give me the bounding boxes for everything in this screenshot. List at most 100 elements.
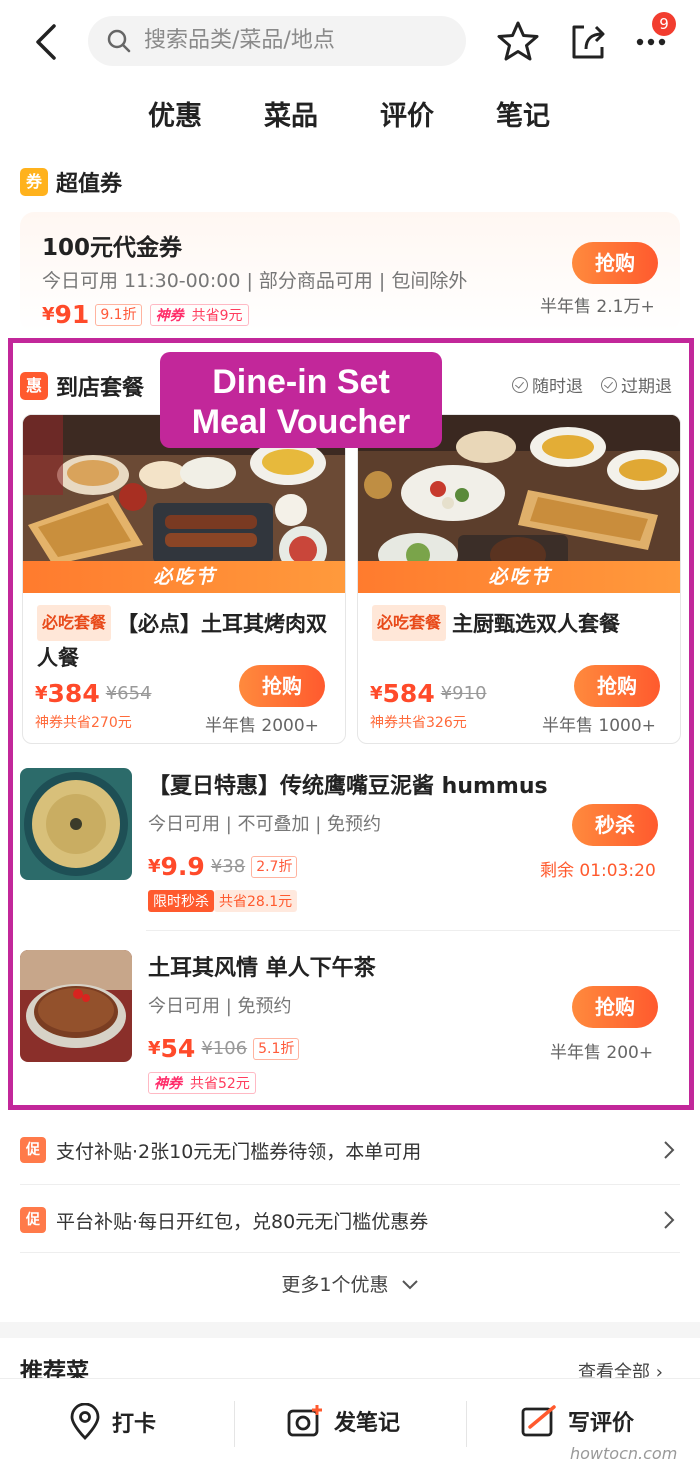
must-eat-festival-band: 必吃节 [358,561,680,593]
deal-item-price-row: ¥ 54 ¥106 5.1折 [148,1034,307,1063]
deal-sold-count: 半年售 200+ [550,1043,654,1063]
currency-symbol: ¥ [42,304,55,325]
shen-label: 神券 [155,307,184,324]
notification-badge: 9 [652,12,676,36]
tab-dishes[interactable]: 菜品 [264,92,318,142]
search-input[interactable]: 搜索品类/菜品/地点 [88,16,466,66]
divider [146,930,680,931]
currency-symbol: ¥ [148,856,161,877]
must-eat-set-tag: 必吃套餐 [372,605,447,641]
annotation-label: Dine-in Set Meal Voucher [160,352,442,448]
set-buy-button[interactable]: 抢购 [239,665,325,707]
divider [20,1252,680,1253]
top-bar: 搜索品类/菜品/地点 9 [0,0,700,82]
checkin-button[interactable]: 打卡 [68,1403,156,1441]
set-section-title: 到店套餐 [56,376,145,401]
set-sold-count: 半年售 1000+ [542,716,656,736]
deal-item[interactable]: 【夏日特惠】传统鹰嘴豆泥酱 hummus 今日可用 | 不可叠加 | 免预约 ¥… [20,768,680,918]
set-price-row: ¥ 384 ¥654 [35,679,158,708]
discount-badge: 9.1折 [95,303,142,326]
check-circle-icon [512,376,528,393]
promo-payment-subsidy[interactable]: 促 支付补贴·2张10元无门槛券待领，本单可用 [20,1128,680,1172]
guarantee-refund-expired: 过期退 [601,372,672,397]
deal-item[interactable]: 土耳其风情 单人下午茶 今日可用 | 免预约 ¥ 54 ¥106 5.1折 神券… [20,950,680,1096]
deal-item-subtitle: 今日可用 | 免预约 [148,996,292,1017]
tab-offers[interactable]: 优惠 [146,92,204,142]
promo-icon: 促 [20,1137,46,1163]
chevron-right-icon [664,1211,675,1229]
more-offers-label: 更多1个优惠 [281,1274,389,1296]
deal-item-price-row: ¥ 9.9 ¥38 2.7折 [148,852,305,881]
shen-coupon-row: 神券 共省52元 [148,1072,256,1094]
coupon-icon: 券 [20,168,48,196]
currency-symbol: ¥ [370,683,383,704]
search-placeholder: 搜索品类/菜品/地点 [144,28,335,53]
promo-text: 平台补贴·每日开红包，兑80元无门槛优惠券 [56,1210,429,1233]
flash-sale-tag: 限时秒杀 [148,890,214,912]
set-price: 584 [382,679,435,708]
original-price: ¥654 [105,683,152,704]
coupon-section-title: 超值券 [56,172,123,197]
share-icon[interactable] [566,19,610,63]
saving-text: 共省9元 [191,307,243,324]
guarantee-refund-anytime: 随时退 [512,372,583,397]
post-note-button[interactable]: 发笔记 [286,1403,400,1439]
tab-notes[interactable]: 笔记 [496,92,550,142]
more-offers-toggle[interactable]: 更多1个优惠 [0,1270,700,1297]
voucher-price: 91 [54,300,90,329]
deal-buy-button[interactable]: 抢购 [572,986,658,1028]
set-buy-button[interactable]: 抢购 [574,665,660,707]
original-price: ¥106 [201,1038,248,1059]
set-meal-card[interactable]: 必吃节 必吃套餐 主厨甄选双人套餐 ¥ 584 ¥910 神券共省326元 抢购 … [357,414,681,744]
separator [466,1401,467,1447]
promo-text: 支付补贴·2张10元无门槛券待领，本单可用 [56,1140,422,1163]
favorite-star-icon[interactable] [496,20,540,62]
deal-item-price: 9.9 [160,852,205,881]
must-eat-festival-band: 必吃节 [23,561,345,593]
flash-sale-button[interactable]: 秒杀 [572,804,658,846]
edit-review-icon [521,1405,556,1437]
discount-badge: 2.7折 [251,855,298,878]
hummus-photo [20,768,132,880]
check-circle-icon [601,376,617,393]
deal-item-price: 54 [160,1034,196,1063]
voucher-sold-count: 半年售 2.1万+ [540,297,655,317]
annotation-line-1: Dine-in Set [212,363,390,401]
set-meal-card[interactable]: 必吃节 必吃套餐 【必点】土耳其烤肉双人餐 ¥ 384 ¥654 神券共省270元… [22,414,346,744]
set-saving: 神券共省326元 [370,715,467,731]
deal-icon: 惠 [20,372,48,400]
annotation-line-2: Meal Voucher [191,403,411,441]
tab-bar: 优惠 菜品 评价 笔记 [0,92,700,144]
must-eat-set-tag: 必吃套餐 [37,605,112,641]
deal-item-title: 土耳其风情 单人下午茶 [148,956,376,981]
shen-label: 神券 [154,1076,182,1092]
set-price: 384 [47,679,100,708]
camera-plus-icon [287,1405,322,1437]
afternoon-tea-photo [20,950,132,1062]
voucher-card[interactable]: 100元代金券 今日可用 11:30-00:00 | 部分商品可用 | 包间除外… [20,212,680,332]
write-review-button[interactable]: 写评价 [520,1403,634,1439]
currency-symbol: ¥ [148,1038,161,1059]
original-price: ¥38 [210,856,246,877]
set-saving: 神券共省270元 [35,715,132,731]
set-sold-count: 半年售 2000+ [205,716,319,736]
deal-item-subtitle: 今日可用 | 不可叠加 | 免预约 [148,814,382,835]
voucher-buy-button[interactable]: 抢购 [572,242,658,284]
back-arrow-icon[interactable] [26,20,66,64]
countdown-timer: 剩余 01:03:20 [540,861,656,881]
voucher-subtitle: 今日可用 11:30-00:00 | 部分商品可用 | 包间除外 [42,270,468,292]
promo-platform-subsidy[interactable]: 促 平台补贴·每日开红包，兑80元无门槛优惠券 [20,1198,680,1242]
location-pin-icon [70,1403,100,1440]
chevron-down-icon [401,1280,418,1290]
divider [20,1184,680,1185]
promo-icon: 促 [20,1207,46,1233]
shen-coupon-badge: 神券 共省52元 [148,1072,256,1094]
tab-reviews[interactable]: 评价 [380,92,434,142]
currency-symbol: ¥ [35,683,48,704]
separator [234,1401,235,1447]
section-gap [0,1322,700,1338]
coupon-section-header: 券 超值券 [20,166,122,198]
saving-text: 共省52元 [190,1076,250,1092]
saving-text: 共省28.1元 [214,890,298,912]
search-icon [107,29,131,53]
